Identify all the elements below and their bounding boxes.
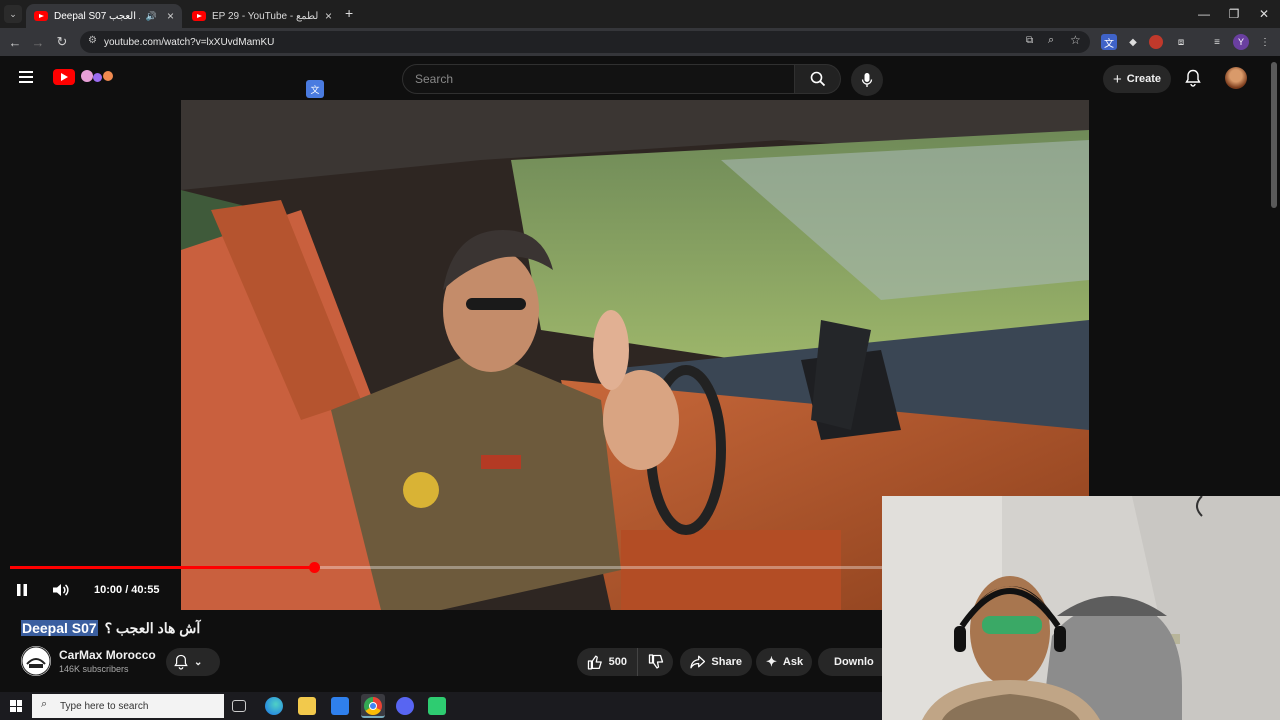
- pause-button[interactable]: [15, 579, 33, 601]
- progress-played: [10, 566, 315, 569]
- extension-red-icon[interactable]: [1149, 35, 1163, 49]
- close-tab-icon[interactable]: ×: [167, 9, 174, 23]
- tab-title: Deepal S07 ؟ آش هاد العجب: [54, 10, 140, 22]
- youtube-favicon-icon: [34, 11, 48, 21]
- close-tab-icon[interactable]: ×: [325, 9, 332, 23]
- translate-popup-icon[interactable]: 文: [306, 80, 324, 98]
- install-app-icon[interactable]: ⧉: [1026, 35, 1033, 46]
- share-button[interactable]: Share: [680, 648, 752, 676]
- microphone-icon: [861, 73, 873, 87]
- extension-diamond-icon[interactable]: ◆: [1125, 34, 1141, 50]
- dislike-button[interactable]: [637, 648, 673, 676]
- reload-icon[interactable]: ↻: [50, 28, 74, 56]
- discord-icon[interactable]: [396, 697, 414, 715]
- webcam-person-image: [882, 496, 1280, 720]
- download-label: Downlo: [834, 656, 874, 668]
- back-icon[interactable]: ←: [3, 28, 27, 56]
- pause-icon: [17, 584, 27, 596]
- zoom-icon[interactable]: ⌕: [1048, 34, 1054, 47]
- channel-name[interactable]: CarMax Morocco: [59, 648, 156, 662]
- taskbar-search-input[interactable]: ⌕ Type here to search: [32, 694, 224, 718]
- voice-search-button[interactable]: [851, 64, 883, 96]
- like-button[interactable]: 500: [577, 648, 637, 676]
- browser-tab-strip: ⌄ Deepal S07 ؟ آش هاد العجب 🔊 × EP 29 - …: [0, 0, 1280, 28]
- audio-playing-icon[interactable]: 🔊: [146, 11, 157, 22]
- tab-ep29[interactable]: EP 29 - YouTube - عش الطمع ×: [184, 4, 340, 28]
- new-tab-button[interactable]: +: [345, 5, 353, 21]
- url-text: youtube.com/watch?v=lxXUvdMamKU: [104, 36, 275, 48]
- youtube-header: 文 Search + Create: [0, 56, 1280, 100]
- chrome-icon[interactable]: [361, 694, 385, 718]
- share-arrow-icon: [690, 655, 706, 669]
- account-avatar[interactable]: [1225, 67, 1247, 89]
- download-button[interactable]: Downlo: [818, 648, 882, 676]
- scrubber-handle[interactable]: [309, 562, 321, 573]
- create-button[interactable]: + Create: [1103, 65, 1171, 93]
- tab-title: EP 29 - YouTube - عش الطمع: [212, 10, 319, 22]
- windows-start-icon[interactable]: [10, 700, 22, 712]
- taskbar-search-placeholder: Type here to search: [60, 700, 149, 712]
- tab-search-button[interactable]: ⌄: [4, 5, 22, 23]
- doodle-logo-icon[interactable]: [79, 68, 117, 86]
- video-title: Deepal S07 آش هاد العجب ؟: [21, 620, 200, 637]
- media-controls-icon[interactable]: ≡: [1209, 34, 1225, 50]
- restore-icon[interactable]: ❐: [1218, 0, 1250, 28]
- app-green-icon[interactable]: [428, 697, 446, 715]
- magnifier-icon: ⌕: [41, 698, 48, 710]
- microsoft-store-icon[interactable]: [331, 697, 349, 715]
- bookmark-star-icon[interactable]: ☆: [1070, 33, 1081, 47]
- minimize-icon[interactable]: —: [1188, 0, 1220, 28]
- browser-menu-icon[interactable]: ⋮: [1257, 34, 1273, 50]
- time-display: 10:00 / 40:55: [94, 584, 160, 596]
- youtube-favicon-icon: [192, 11, 206, 21]
- channel-avatar[interactable]: [21, 646, 51, 676]
- thumbs-down-icon: [648, 654, 663, 669]
- video-title-highlight: Deepal S07: [21, 620, 98, 636]
- create-label: Create: [1126, 73, 1161, 85]
- page-scrollbar[interactable]: [1271, 62, 1277, 208]
- volume-icon: [53, 584, 69, 596]
- site-info-icon[interactable]: ⚙: [88, 35, 97, 46]
- youtube-logo[interactable]: [53, 69, 75, 85]
- chevron-down-icon: ⌄: [194, 656, 203, 668]
- close-window-icon[interactable]: ✕: [1248, 0, 1280, 28]
- webcam-overlay: [882, 496, 1280, 720]
- task-view-icon[interactable]: [232, 700, 246, 712]
- bell-icon: [174, 654, 188, 670]
- plus-icon: +: [1112, 70, 1122, 88]
- share-label: Share: [711, 656, 742, 668]
- translate-extension-icon[interactable]: 文: [1101, 34, 1117, 50]
- video-title-rest: آش هاد العجب ؟: [104, 620, 201, 636]
- volume-button[interactable]: [52, 579, 72, 601]
- file-explorer-icon[interactable]: [298, 697, 316, 715]
- extensions-puzzle-icon[interactable]: ⧈: [1173, 34, 1189, 50]
- profile-avatar[interactable]: Y: [1233, 34, 1249, 50]
- search-input[interactable]: Search: [402, 64, 795, 94]
- ask-label: Ask: [782, 656, 804, 668]
- thumbs-up-icon: [587, 655, 602, 670]
- sparkle-icon: ✦: [766, 654, 777, 669]
- search-icon: [810, 71, 825, 87]
- like-count: 500: [608, 656, 627, 668]
- search-button[interactable]: [795, 64, 841, 94]
- forward-icon[interactable]: →: [26, 28, 50, 56]
- address-bar[interactable]: ⚙ youtube.com/watch?v=lxXUvdMamKU ⧉ ⌕ ☆: [80, 31, 1090, 53]
- subscription-bell-button[interactable]: ⌄: [166, 648, 220, 676]
- subscriber-count: 146K subscribers: [59, 664, 129, 674]
- progress-bar[interactable]: [10, 562, 882, 573]
- notifications-bell-icon[interactable]: [1185, 69, 1201, 92]
- tab-deepal[interactable]: Deepal S07 ؟ آش هاد العجب 🔊 ×: [26, 4, 182, 28]
- ask-button[interactable]: ✦ Ask: [756, 648, 812, 676]
- edge-browser-icon[interactable]: [265, 697, 283, 715]
- windows-taskbar: ⌕ Type here to search: [0, 692, 882, 720]
- hamburger-menu-icon[interactable]: [19, 71, 33, 83]
- browser-toolbar: ← → ↻ ⚙ youtube.com/watch?v=lxXUvdMamKU …: [0, 28, 1280, 56]
